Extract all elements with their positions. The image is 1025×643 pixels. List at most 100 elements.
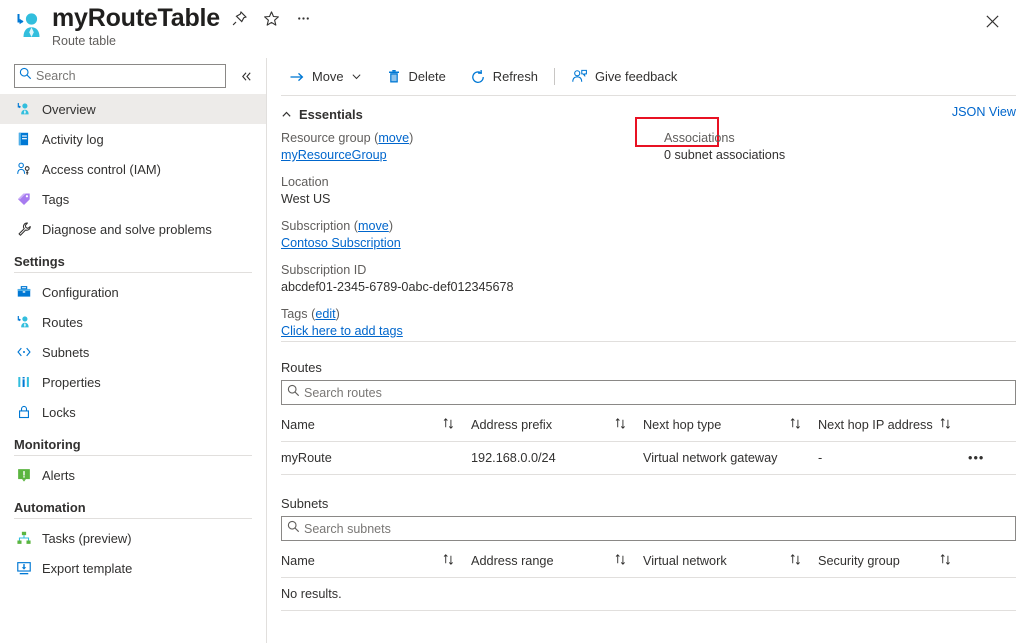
json-view-link[interactable]: JSON View [952,105,1016,119]
routes-section: Routes Name Address prefix Next hop type… [281,360,1016,475]
command-bar: Move Delete [267,58,1025,95]
sort-updown-icon[interactable] [939,417,952,433]
sidebar-item-configuration[interactable]: Configuration [0,277,266,307]
routes-column-header[interactable]: Next hop type [643,409,818,442]
subscription-label: Subscription (move) [281,218,661,235]
subnets-title: Subnets [281,496,1016,511]
title-row: myRouteTable [52,2,316,34]
subscription-link[interactable]: Contoso Subscription [281,236,401,250]
blade-header: myRouteTable [0,0,1025,55]
properties-icon [14,373,34,391]
command-bar-divider [281,95,1016,96]
move-button[interactable]: Move [281,63,370,90]
sidebar-item-export-template[interactable]: Export template [0,553,266,583]
table-row: No results. [281,578,1016,611]
toolbar-separator [554,68,555,85]
subnets-column-header[interactable]: Security group [818,545,968,578]
row-context-menu-icon[interactable]: ••• [968,442,1016,475]
sidebar-item-properties[interactable]: Properties [0,367,266,397]
sidebar-nav: Overview Activity log Access control (IA… [0,94,266,583]
sidebar-item-diagnose-and-solve-problems[interactable]: Diagnose and solve problems [0,214,266,244]
routes-column-header[interactable]: Next hop IP address [818,409,968,442]
subscription-id-label: Subscription ID [281,262,661,279]
sort-updown-icon[interactable] [789,417,802,433]
subnets-column-header[interactable]: Virtual network [643,545,818,578]
sidebar-item-label: Properties [42,375,101,390]
refresh-button[interactable]: Refresh [462,63,546,90]
sidebar-item-label: Subnets [42,345,89,360]
cell-address-prefix: 192.168.0.0/24 [471,442,643,475]
search-box[interactable] [14,64,226,88]
routes-column-header[interactable]: Address prefix [471,409,643,442]
sidebar-item-locks[interactable]: Locks [0,397,266,427]
subnets-column-header[interactable]: Name [281,545,471,578]
column-label: Address range [471,554,554,568]
sidebar-item-subnets[interactable]: Subnets [0,337,266,367]
essentials-header: Essentials JSON View [281,104,1016,124]
sidebar-item-access-control-iam[interactable]: Access control (IAM) [0,154,266,184]
main-content: Move Delete [267,58,1025,643]
subnets-table: Name Address range Virtual network Secur… [281,545,1016,611]
routes-column-header[interactable]: Name [281,409,471,442]
activity-log-icon [14,130,34,148]
sort-updown-icon[interactable] [442,417,455,433]
routes-table-body: myRoute192.168.0.0/24Virtual network gat… [281,442,1016,475]
more-options-icon[interactable] [290,5,316,31]
delete-button[interactable]: Delete [378,63,454,90]
resource-group-link[interactable]: myResourceGroup [281,148,387,162]
routes-icon [14,313,34,331]
sidebar-item-activity-log[interactable]: Activity log [0,124,266,154]
azure-portal-blade: myRouteTable [0,0,1025,643]
tags-edit-link[interactable]: edit [315,307,335,321]
give-feedback-button[interactable]: Give feedback [563,63,685,90]
routes-search-input[interactable] [304,386,994,400]
page-title: myRouteTable [52,3,220,33]
sort-updown-icon[interactable] [614,417,627,433]
essentials-label: Essentials [299,107,363,122]
close-icon[interactable] [977,6,1007,36]
pin-icon[interactable] [226,5,252,31]
sidebar: Overview Activity log Access control (IA… [0,58,266,643]
sidebar-item-label: Routes [42,315,83,330]
sidebar-item-alerts[interactable]: Alerts [0,460,266,490]
tasks-icon [14,529,34,547]
cell-name: myRoute [281,442,471,475]
sort-updown-icon[interactable] [442,553,455,569]
search-input[interactable] [36,69,208,83]
configuration-icon [14,283,34,301]
sort-updown-icon[interactable] [789,553,802,569]
routes-search-box[interactable] [281,380,1016,405]
sidebar-item-label: Activity log [42,132,104,147]
sidebar-item-overview[interactable]: Overview [0,94,266,124]
arrow-right-icon [289,69,305,85]
chevron-up-icon [281,109,292,120]
sidebar-item-routes[interactable]: Routes [0,307,266,337]
sidebar-item-tasks-preview[interactable]: Tasks (preview) [0,523,266,553]
essentials-left-column: Resource group (move) myResourceGroup Lo… [281,130,661,350]
tags-value-wrap: Click here to add tags [281,323,661,340]
subnets-column-header[interactable]: Address range [471,545,643,578]
sidebar-item-label: Configuration [42,285,119,300]
subnets-search-input[interactable] [304,522,994,536]
subscription-field: Subscription (move) Contoso Subscription [281,218,661,252]
column-label: Security group [818,554,900,568]
add-tags-link[interactable]: Click here to add tags [281,324,403,338]
collapse-sidebar-icon[interactable] [236,66,256,86]
subscription-move-link[interactable]: move [358,219,389,233]
subnets-search-box[interactable] [281,516,1016,541]
table-row[interactable]: myRoute192.168.0.0/24Virtual network gat… [281,442,1016,475]
essentials-toggle[interactable]: Essentials [281,107,363,122]
sidebar-item-tags[interactable]: Tags [0,184,266,214]
route-table-icon [14,100,34,118]
subnets-empty-message: No results. [281,578,1016,611]
tags-icon [14,190,34,208]
location-value: West US [281,191,661,208]
tags-label-text: Tags [281,307,308,321]
sort-updown-icon[interactable] [614,553,627,569]
resource-group-move-link[interactable]: move [378,131,409,145]
sort-updown-icon[interactable] [939,553,952,569]
refresh-button-label: Refresh [493,69,538,84]
favorite-star-icon[interactable] [258,5,284,31]
search-icon [19,67,32,85]
export-template-icon [14,559,34,577]
